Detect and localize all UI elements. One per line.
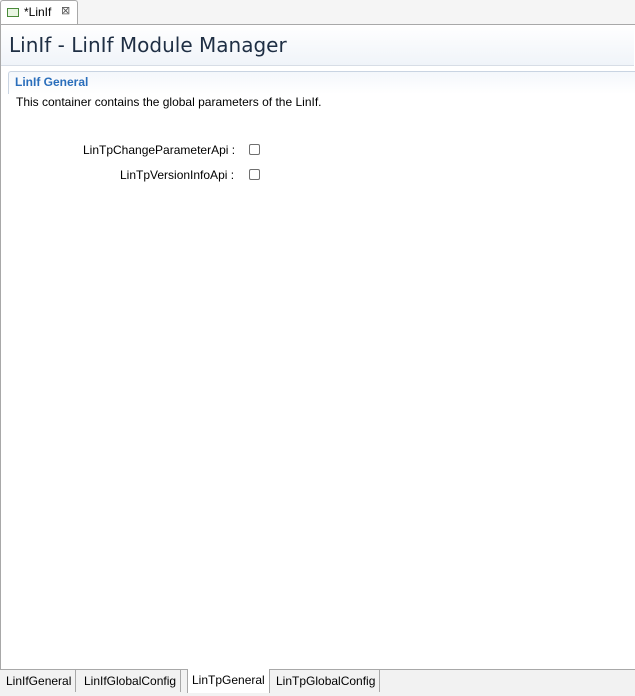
section-title: LinIf General — [15, 75, 89, 89]
page-title: LinIf - LinIf Module Manager — [9, 33, 287, 57]
section-header: LinIf General — [8, 71, 635, 94]
editor-tab-strip: *LinIf ⊠ — [0, 0, 635, 25]
lintp-version-info-api-label: LinTpVersionInfoApi : — [120, 168, 235, 182]
lintp-change-parameter-api-label: LinTpChangeParameterApi : — [83, 143, 236, 157]
editor-tab-title: *LinIf — [24, 5, 52, 19]
close-icon[interactable]: ⊠ — [61, 4, 70, 17]
editor-frame-border — [0, 24, 1, 669]
page-tab-bar: LinIfGeneral LinIfGlobalConfig LinTpGene… — [0, 669, 635, 696]
editor-tab-linif[interactable]: *LinIf ⊠ — [0, 0, 78, 24]
module-editor-icon — [7, 8, 19, 17]
lintp-version-info-api-checkbox[interactable] — [249, 169, 260, 180]
section-description: This container contains the global param… — [16, 95, 322, 109]
tab-lintp-general[interactable]: LinTpGeneral — [187, 669, 270, 693]
form-header: LinIf - LinIf Module Manager — [1, 25, 634, 66]
tab-lintp-global-config[interactable]: LinTpGlobalConfig — [272, 670, 381, 692]
tab-linif-general[interactable]: LinIfGeneral — [2, 670, 77, 692]
lintp-change-parameter-api-checkbox[interactable] — [249, 144, 260, 155]
tab-linif-global-config[interactable]: LinIfGlobalConfig — [80, 670, 182, 692]
